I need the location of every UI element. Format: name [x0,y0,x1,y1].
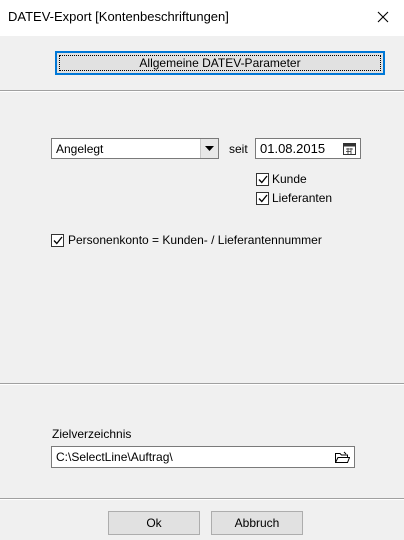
datev-parameters-button[interactable]: Allgemeine DATEV-Parameter [55,51,385,75]
close-button[interactable] [362,0,404,34]
checkmark-icon [53,236,63,244]
personenkonto-checkbox-row[interactable]: Personenkonto = Kunden- / Lieferantennum… [51,233,322,247]
cancel-button[interactable]: Abbruch [211,511,303,535]
lieferanten-checkbox[interactable] [256,191,269,205]
bottom-separator [0,498,404,500]
title-bar: DATEV-Export [Kontenbeschriftungen] [0,0,404,36]
target-directory-label: Zielverzeichnis [52,427,132,441]
status-dropdown[interactable]: Angelegt [51,138,219,159]
target-directory-field[interactable]: C:\SelectLine\Auftrag\ [51,446,355,468]
status-dropdown-value: Angelegt [56,142,104,156]
personenkonto-checkbox[interactable] [51,233,64,247]
checkmark-icon [258,175,268,183]
dropdown-arrow[interactable] [200,139,218,158]
date-field[interactable]: 01.08.2015 [255,138,361,159]
personenkonto-label: Personenkonto = Kunden- / Lieferantennum… [68,233,322,247]
calendar-button[interactable] [341,141,357,156]
checkmark-icon [258,194,268,202]
browse-folder-button[interactable] [334,449,350,465]
kunde-label: Kunde [272,172,307,186]
kunde-checkbox[interactable] [256,172,269,186]
lieferanten-checkbox-row[interactable]: Lieferanten [256,191,332,205]
dialog-body: Allgemeine DATEV-Parameter Angelegt seit… [0,36,404,540]
ok-button-label: Ok [146,516,162,530]
datev-parameters-label: Allgemeine DATEV-Parameter [139,56,301,70]
folder-open-icon [334,451,350,463]
target-directory-value: C:\SelectLine\Auftrag\ [56,450,173,464]
window-title: DATEV-Export [Kontenbeschriftungen] [8,9,229,24]
close-icon [377,11,389,23]
kunde-checkbox-row[interactable]: Kunde [256,172,307,186]
since-label: seit [229,142,248,156]
middle-separator [0,383,404,385]
date-value: 01.08.2015 [260,141,326,156]
ok-button[interactable]: Ok [108,511,200,535]
cancel-button-label: Abbruch [234,516,280,530]
chevron-down-icon [205,146,214,151]
top-separator [0,90,404,92]
lieferanten-label: Lieferanten [272,191,333,205]
calendar-icon [342,143,356,155]
header-band: Allgemeine DATEV-Parameter [0,36,404,90]
